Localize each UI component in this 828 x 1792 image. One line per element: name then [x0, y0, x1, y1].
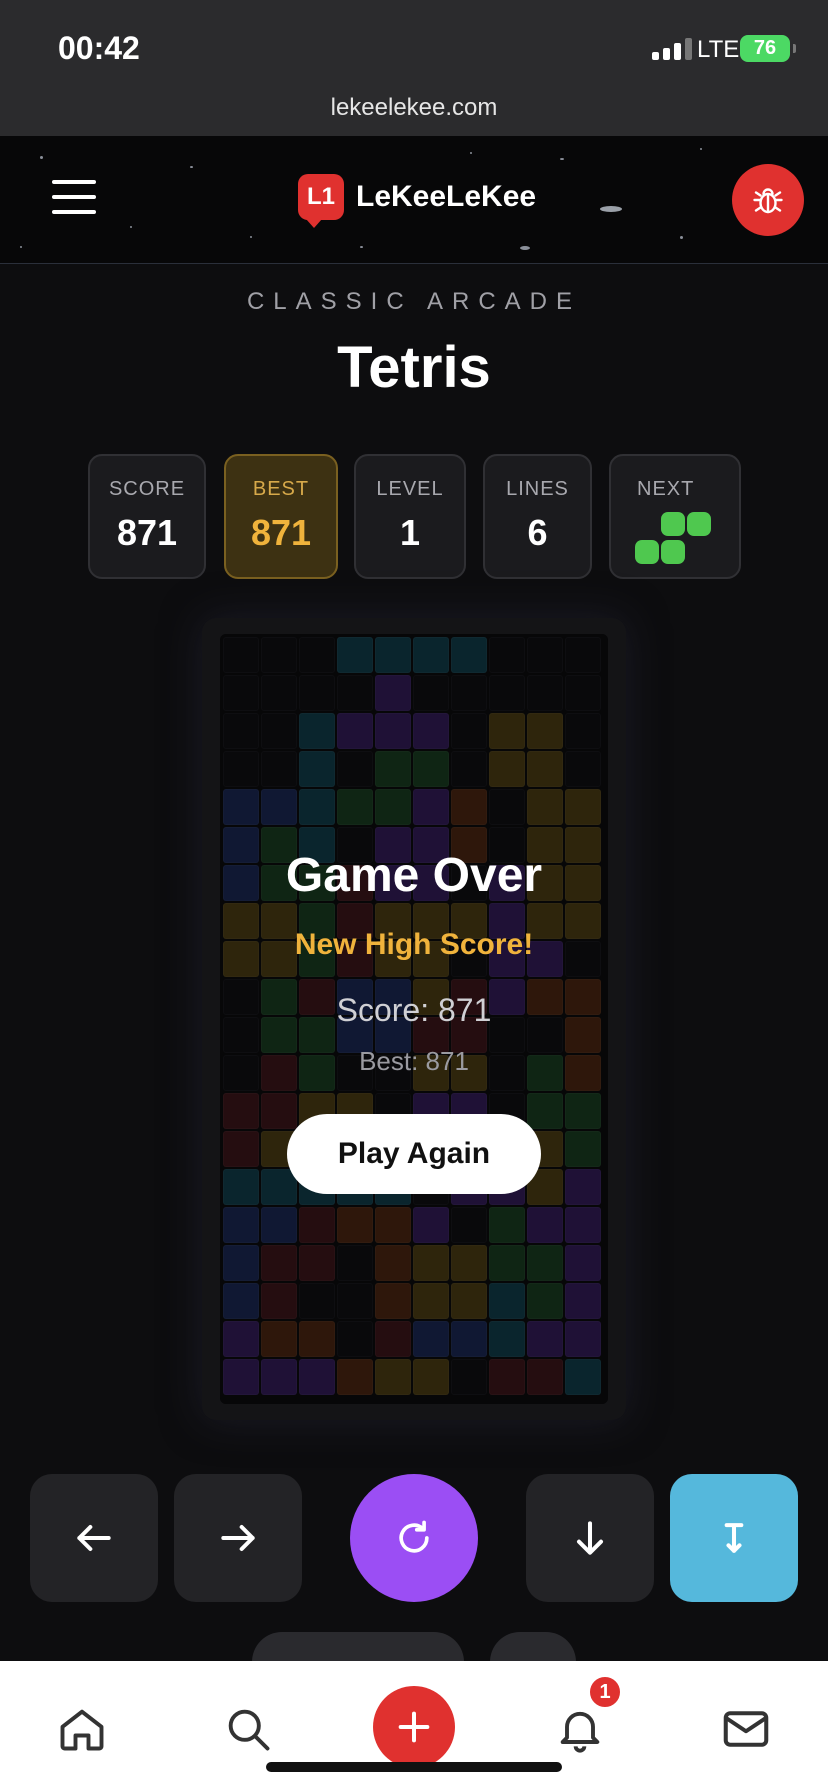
- home-indicator: [266, 1762, 562, 1772]
- score-value: 871: [116, 512, 178, 553]
- status-time: 00:42: [58, 30, 140, 66]
- arrow-right-icon: [221, 1524, 255, 1552]
- best-label: BEST: [252, 478, 310, 500]
- status-bar: 00:42 LTE 76: [0, 0, 828, 96]
- level-value: 1: [399, 512, 421, 553]
- next-stat: NEXT: [609, 454, 741, 579]
- lines-stat: LINES 6: [483, 454, 592, 579]
- add-button[interactable]: [373, 1686, 455, 1768]
- next-piece-preview: [635, 512, 715, 568]
- notification-badge: 1: [587, 1674, 623, 1710]
- search-icon[interactable]: [220, 1701, 276, 1757]
- game-over-title: Game Over: [285, 849, 543, 902]
- battery-icon: 76: [740, 35, 796, 62]
- menu-icon[interactable]: [52, 180, 96, 214]
- address-bar[interactable]: lekeelekee.com: [0, 96, 828, 136]
- hard-drop-button[interactable]: [670, 1474, 798, 1602]
- best-score-text: Best: 871: [359, 1046, 469, 1076]
- logo-mark: L1: [298, 174, 344, 228]
- play-again-button[interactable]: Play Again: [287, 1114, 541, 1194]
- next-label: NEXT: [637, 478, 695, 500]
- home-icon[interactable]: [54, 1701, 110, 1757]
- rotate-icon: [399, 1520, 429, 1553]
- soft-drop-button[interactable]: [526, 1474, 654, 1602]
- final-score-text: Score: 871: [336, 992, 492, 1028]
- battery-level: 76: [753, 37, 777, 59]
- page-title: Tetris: [337, 335, 491, 400]
- score-label: SCORE: [108, 478, 186, 500]
- plus-icon: [398, 1711, 430, 1743]
- move-left-button[interactable]: [30, 1474, 158, 1602]
- move-right-button[interactable]: [174, 1474, 302, 1602]
- best-value: 871: [250, 512, 312, 553]
- site-header: L1 LeKeeLeKee: [0, 136, 828, 264]
- level-label: LEVEL: [376, 478, 444, 500]
- bug-icon[interactable]: [732, 164, 804, 236]
- level-stat: LEVEL 1: [354, 454, 466, 579]
- mail-icon[interactable]: [718, 1701, 774, 1757]
- rotate-button[interactable]: [350, 1474, 478, 1602]
- lines-label: LINES: [506, 478, 569, 500]
- logo-text: LeKeeLeKee: [356, 180, 537, 213]
- hard-drop-icon: [724, 1523, 744, 1553]
- arrow-left-icon: [77, 1524, 111, 1552]
- score-stat: SCORE 871: [88, 454, 206, 579]
- site-logo[interactable]: L1 LeKeeLeKee: [298, 174, 537, 228]
- page-eyebrow: CLASSIC ARCADE: [246, 288, 582, 315]
- new-high-score-text: New High Score!: [294, 928, 534, 961]
- lines-value: 6: [527, 512, 548, 553]
- url-text: lekeelekee.com: [330, 94, 498, 121]
- signal-icon: [652, 38, 692, 60]
- bottom-nav: 1: [0, 1661, 828, 1792]
- best-stat: BEST 871: [224, 454, 338, 579]
- network-type: LTE: [697, 36, 740, 63]
- arrow-down-icon: [576, 1521, 604, 1555]
